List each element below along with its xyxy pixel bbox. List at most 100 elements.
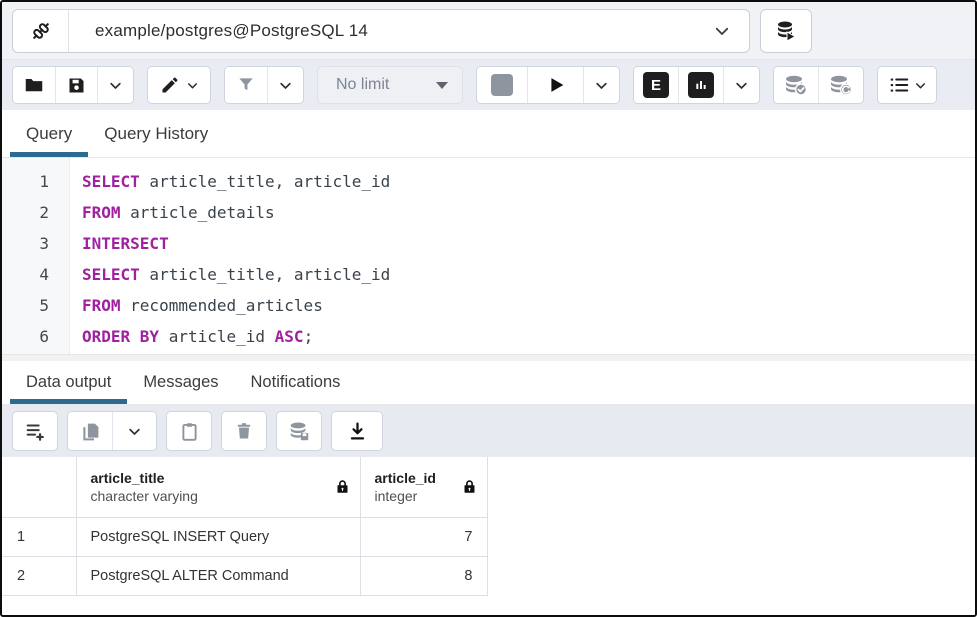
- tab-notifications[interactable]: Notifications: [235, 361, 357, 404]
- column-type: character varying: [91, 487, 198, 505]
- filter-button[interactable]: [225, 67, 267, 103]
- data-output-toolbar: [2, 405, 975, 457]
- code-line[interactable]: SELECT article_title, article_id: [82, 259, 975, 290]
- explain-menu-button[interactable]: [723, 67, 759, 103]
- copy-button[interactable]: [68, 412, 112, 450]
- row-limit-select[interactable]: No limit: [317, 66, 463, 104]
- file-button-group: [12, 66, 134, 104]
- line-number: 6: [2, 321, 49, 352]
- row-limit-value: No limit: [336, 76, 389, 94]
- chevron-down-icon: [594, 78, 609, 93]
- download-icon: [347, 421, 368, 442]
- header-row: article_title character varying article_…: [2, 457, 487, 517]
- cell-article-id[interactable]: 7: [360, 517, 487, 556]
- row-number-cell[interactable]: 2: [2, 556, 76, 595]
- filter-menu-button[interactable]: [267, 67, 303, 103]
- filter-button-group: [224, 66, 304, 104]
- edit-button-group: [147, 66, 211, 104]
- sql-code[interactable]: SELECT article_title, article_idFROM art…: [70, 158, 975, 354]
- download-group: [331, 411, 383, 451]
- explain-analyze-button[interactable]: [678, 67, 723, 103]
- add-row-group: [12, 411, 58, 451]
- grid-corner-cell[interactable]: [2, 457, 76, 517]
- column-type: integer: [375, 487, 436, 505]
- code-line[interactable]: SELECT article_title, article_id: [82, 166, 975, 197]
- copy-icon: [80, 421, 101, 442]
- save-data-button[interactable]: [277, 412, 321, 450]
- output-tab-bar: Data output Messages Notifications: [2, 361, 975, 405]
- new-connection-button[interactable]: [760, 9, 812, 53]
- delete-trash-icon: [234, 421, 254, 441]
- explain-analyze-chart-icon: [688, 72, 714, 98]
- code-line[interactable]: INTERSECT: [82, 228, 975, 259]
- stop-button[interactable]: [477, 67, 527, 103]
- paste-button[interactable]: [167, 412, 211, 450]
- tab-query[interactable]: Query: [10, 110, 88, 157]
- editor-tab-bar: Query Query History: [2, 110, 975, 158]
- connection-select[interactable]: example/postgres@PostgreSQL 14: [12, 9, 750, 53]
- paste-group: [166, 411, 212, 451]
- chevron-down-icon: [436, 82, 448, 89]
- macros-menu-button[interactable]: [878, 67, 936, 103]
- add-row-icon: [24, 420, 46, 442]
- cell-article-title[interactable]: PostgreSQL INSERT Query: [76, 517, 360, 556]
- line-number: 4: [2, 259, 49, 290]
- data-output-grid: article_title character varying article_…: [2, 457, 975, 615]
- results-table-body: 1PostgreSQL INSERT Query72PostgreSQL ALT…: [2, 517, 487, 595]
- panel-divider[interactable]: [2, 354, 975, 361]
- sql-editor[interactable]: 123456 SELECT article_title, article_idF…: [2, 158, 975, 354]
- column-name: article_title: [91, 469, 198, 487]
- delete-button[interactable]: [222, 412, 266, 450]
- line-number: 2: [2, 197, 49, 228]
- line-number: 5: [2, 290, 49, 321]
- table-row: 1PostgreSQL INSERT Query7: [2, 517, 487, 556]
- execute-menu-button[interactable]: [583, 67, 619, 103]
- commit-database-icon: [783, 72, 809, 98]
- copy-menu-button[interactable]: [112, 412, 156, 450]
- cell-article-id[interactable]: 8: [360, 556, 487, 595]
- tab-query-history[interactable]: Query History: [88, 110, 224, 157]
- chevron-down-icon: [127, 424, 142, 439]
- save-menu-button[interactable]: [97, 67, 133, 103]
- connection-value: example/postgres@PostgreSQL 14: [69, 10, 695, 52]
- code-line[interactable]: ORDER BY article_id ASC;: [82, 321, 975, 352]
- code-line[interactable]: FROM article_details: [82, 197, 975, 228]
- results-table: article_title character varying article_…: [2, 457, 488, 596]
- commit-button[interactable]: [774, 67, 818, 103]
- execute-button-group: [476, 66, 620, 104]
- code-line[interactable]: FROM recommended_articles: [82, 290, 975, 321]
- new-connection-database-icon: [774, 19, 798, 43]
- tab-data-output[interactable]: Data output: [10, 361, 127, 404]
- execute-button[interactable]: [527, 67, 583, 103]
- tab-messages[interactable]: Messages: [127, 361, 234, 404]
- edit-menu-button[interactable]: [148, 67, 210, 103]
- add-row-button[interactable]: [13, 412, 57, 450]
- save-icon: [66, 75, 87, 96]
- connection-bar: example/postgres@PostgreSQL 14: [2, 2, 975, 60]
- download-button[interactable]: [332, 412, 382, 450]
- paste-icon: [179, 421, 200, 442]
- table-row: 2PostgreSQL ALTER Command8: [2, 556, 487, 595]
- column-header-article-id[interactable]: article_id integer: [360, 457, 487, 517]
- macros-list-icon: [888, 74, 910, 96]
- row-number-cell[interactable]: 1: [2, 517, 76, 556]
- rollback-button[interactable]: [818, 67, 863, 103]
- connection-plug-icon: [13, 10, 69, 52]
- save-data-group: [276, 411, 322, 451]
- lock-icon: [462, 479, 477, 494]
- transaction-button-group: [773, 66, 864, 104]
- explain-button[interactable]: E: [634, 67, 678, 103]
- open-file-icon: [23, 74, 45, 96]
- chevron-down-icon: [914, 79, 927, 92]
- chevron-down-icon: [108, 78, 123, 93]
- explain-button-group: E: [633, 66, 760, 104]
- delete-group: [221, 411, 267, 451]
- filter-icon: [236, 75, 256, 95]
- macros-button-group: [877, 66, 937, 104]
- column-header-article-title[interactable]: article_title character varying: [76, 457, 360, 517]
- open-file-button[interactable]: [13, 67, 55, 103]
- save-button[interactable]: [55, 67, 97, 103]
- chevron-down-icon: [734, 78, 749, 93]
- edit-pencil-icon: [160, 75, 180, 95]
- cell-article-title[interactable]: PostgreSQL ALTER Command: [76, 556, 360, 595]
